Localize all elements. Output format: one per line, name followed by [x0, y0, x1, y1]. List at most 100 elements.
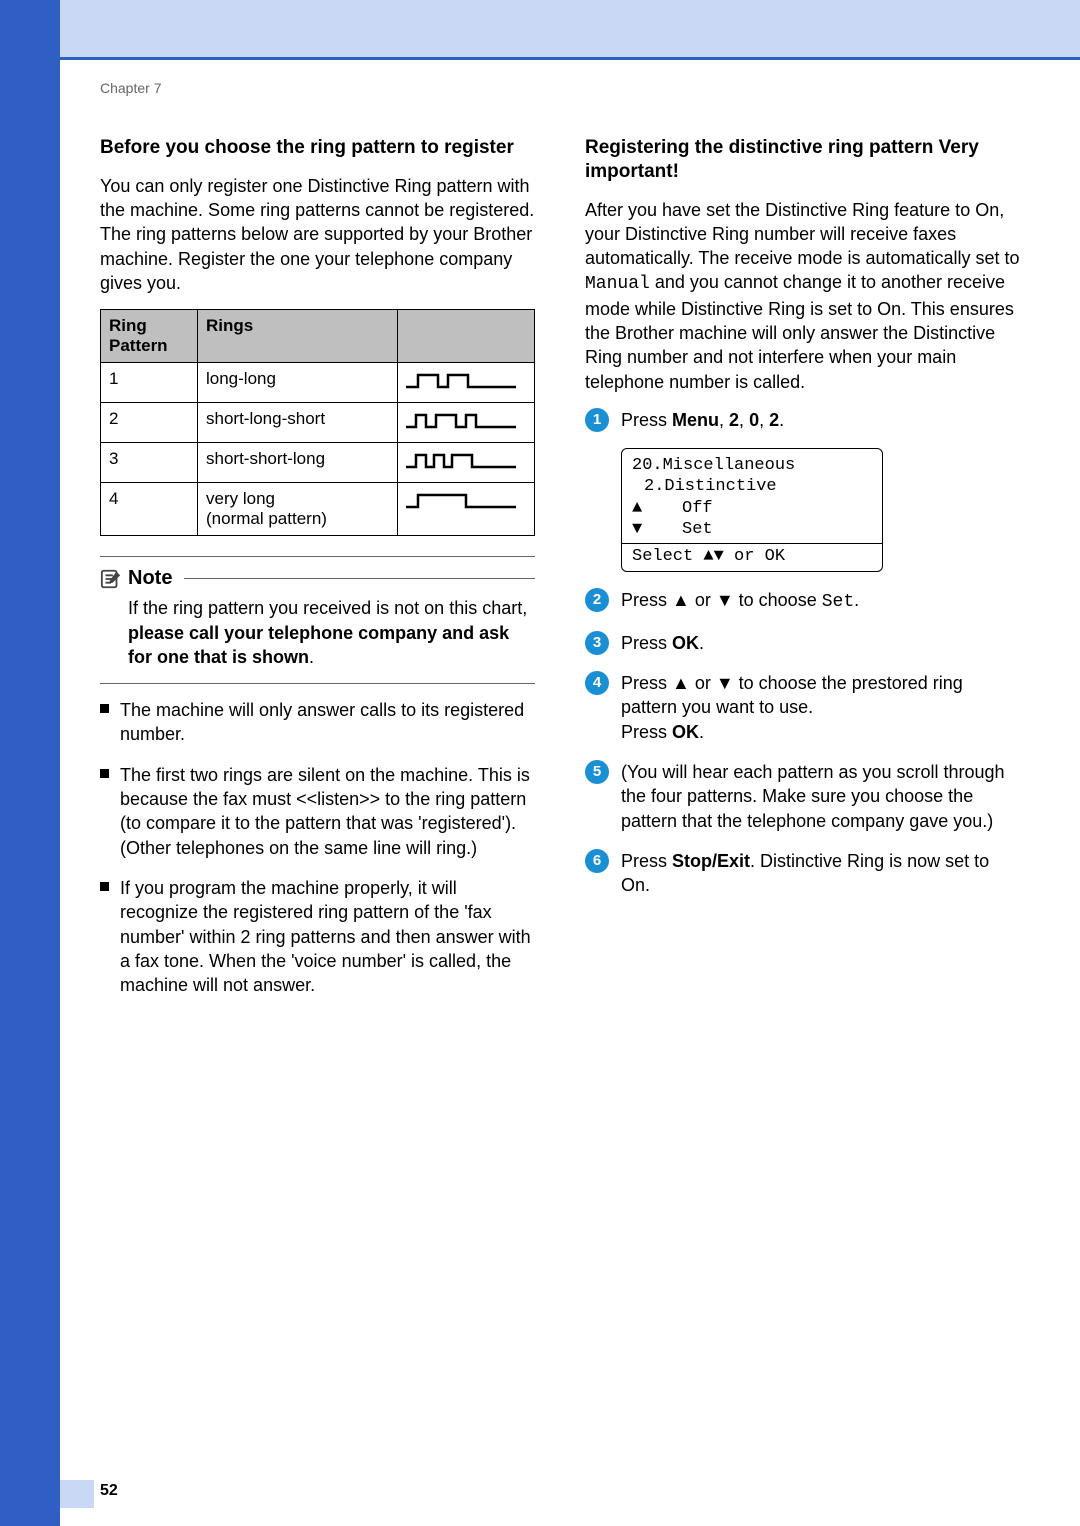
page-content: Chapter 7 Before you choose the ring pat…: [100, 80, 1020, 1013]
ok-key: OK: [672, 633, 699, 653]
step-number-badge: 1: [585, 408, 609, 432]
key-0: 0: [749, 410, 759, 430]
note-icon: [100, 568, 122, 590]
left-intro: You can only register one Distinctive Ri…: [100, 174, 535, 295]
note-rule: [184, 578, 535, 579]
bullet-list: The machine will only answer calls to it…: [100, 698, 535, 997]
left-blue-bar: [0, 0, 60, 1526]
step-3-text: Press OK.: [621, 631, 704, 655]
cell-desc-2: short-long-short: [198, 403, 398, 443]
ring-wave-icon: [406, 409, 516, 431]
set-option: Set: [822, 592, 854, 612]
ring-wave-icon: [406, 489, 516, 511]
cell-wave-4: [398, 483, 535, 536]
stop-exit-key: Stop/Exit: [672, 851, 750, 871]
lcd-bottom: Select ▲▼ or OK: [632, 546, 872, 567]
cell-pattern-2: 2: [101, 403, 198, 443]
list-item: The first two rings are silent on the ma…: [100, 763, 535, 860]
text: Press: [621, 633, 672, 653]
list-item: If you program the machine properly, it …: [100, 876, 535, 997]
text: Press: [621, 851, 672, 871]
chapter-label: Chapter 7: [100, 80, 1020, 96]
step-1: 1 Press Menu, 2, 0, 2.: [585, 408, 1020, 432]
note-header: Note: [100, 567, 535, 590]
lcd-display: 20.Miscellaneous 2.Distinctive ▲Off ▼Set…: [621, 448, 883, 572]
ring-wave-icon: [406, 369, 516, 391]
cell-pattern-4: 4: [101, 483, 198, 536]
top-header-band: [60, 0, 1080, 60]
text: ,: [739, 410, 749, 430]
step-5: 5 (You will hear each pattern as you scr…: [585, 760, 1020, 833]
cell-pattern-1: 1: [101, 363, 198, 403]
right-intro: After you have set the Distinctive Ring …: [585, 198, 1020, 394]
th-diagram: [398, 310, 535, 363]
note-text-pre: If the ring pattern you received is not …: [128, 598, 527, 618]
left-column: Before you choose the ring pattern to re…: [100, 136, 535, 1013]
lcd-option-1: ▲Off: [632, 498, 872, 519]
table-row: 2 short-long-short: [101, 403, 535, 443]
text: Press ▲ or ▼ to choose: [621, 590, 822, 610]
step-3: 3 Press OK.: [585, 631, 1020, 655]
right-heading: Registering the distinctive ring pattern…: [585, 136, 1020, 184]
document-page: Chapter 7 Before you choose the ring pat…: [0, 0, 1080, 1526]
step-6: 6 Press Stop/Exit. Distinctive Ring is n…: [585, 849, 1020, 898]
cell-desc-3: short-short-long: [198, 443, 398, 483]
text: .: [854, 590, 859, 610]
text: .: [699, 722, 704, 742]
table-row: 3 short-short-long: [101, 443, 535, 483]
step-number-badge: 3: [585, 631, 609, 655]
cell-wave-1: [398, 363, 535, 403]
step-4-text: Press ▲ or ▼ to choose the prestored rin…: [621, 671, 1020, 744]
lcd-line-1: 20.Miscellaneous: [632, 455, 872, 476]
cell-wave-3: [398, 443, 535, 483]
table-row: 1 long-long: [101, 363, 535, 403]
cell-desc-1: long-long: [198, 363, 398, 403]
left-heading: Before you choose the ring pattern to re…: [100, 136, 535, 160]
note-text-bold: please call your telephone company and a…: [128, 623, 509, 667]
right-intro-post: and you cannot change it to another rece…: [585, 272, 1014, 391]
page-number-background: [60, 1480, 94, 1508]
th-pattern: Ring Pattern: [101, 310, 198, 363]
step-2-text: Press ▲ or ▼ to choose Set.: [621, 588, 859, 614]
text: .: [699, 633, 704, 653]
step-number-badge: 6: [585, 849, 609, 873]
step-number-badge: 2: [585, 588, 609, 612]
text: Press ▲ or ▼ to choose the prestored rin…: [621, 673, 963, 717]
ring-wave-icon: [406, 449, 516, 471]
lcd-line-2: 2.Distinctive: [632, 476, 872, 497]
step-number-badge: 4: [585, 671, 609, 695]
cell-pattern-3: 3: [101, 443, 198, 483]
text: ,: [719, 410, 729, 430]
lcd-opt2-text: Set: [646, 520, 713, 539]
right-column: Registering the distinctive ring pattern…: [585, 136, 1020, 1013]
cell-desc-4: very long (normal pattern): [198, 483, 398, 536]
right-intro-pre: After you have set the Distinctive Ring …: [585, 200, 1020, 269]
text: ,: [759, 410, 769, 430]
text: Press: [621, 410, 672, 430]
step-2: 2 Press ▲ or ▼ to choose Set.: [585, 588, 1020, 614]
lcd-opt1-text: Off: [646, 499, 713, 518]
key-2b: 2: [769, 410, 779, 430]
right-intro-mono: Manual: [585, 274, 650, 294]
step-6-text: Press Stop/Exit. Distinctive Ring is now…: [621, 849, 1020, 898]
lcd-option-2: ▼Set: [632, 519, 872, 540]
table-row: 4 very long (normal pattern): [101, 483, 535, 536]
th-rings: Rings: [198, 310, 398, 363]
two-column-layout: Before you choose the ring pattern to re…: [100, 136, 1020, 1013]
text: .: [779, 410, 784, 430]
list-item: The machine will only answer calls to it…: [100, 698, 535, 747]
ok-key: OK: [672, 722, 699, 742]
cell-wave-2: [398, 403, 535, 443]
table-header-row: Ring Pattern Rings: [101, 310, 535, 363]
step-number-badge: 5: [585, 760, 609, 784]
key-2: 2: [729, 410, 739, 430]
text: Press: [621, 722, 672, 742]
ring-pattern-table: Ring Pattern Rings 1 long-long: [100, 309, 535, 536]
page-number: 52: [100, 1482, 118, 1500]
note-text-post: .: [309, 647, 314, 667]
menu-key: Menu: [672, 410, 719, 430]
step-4: 4 Press ▲ or ▼ to choose the prestored r…: [585, 671, 1020, 744]
step-1-text: Press Menu, 2, 0, 2.: [621, 408, 784, 432]
note-label: Note: [128, 567, 172, 590]
note-block: Note If the ring pattern you received is…: [100, 556, 535, 684]
